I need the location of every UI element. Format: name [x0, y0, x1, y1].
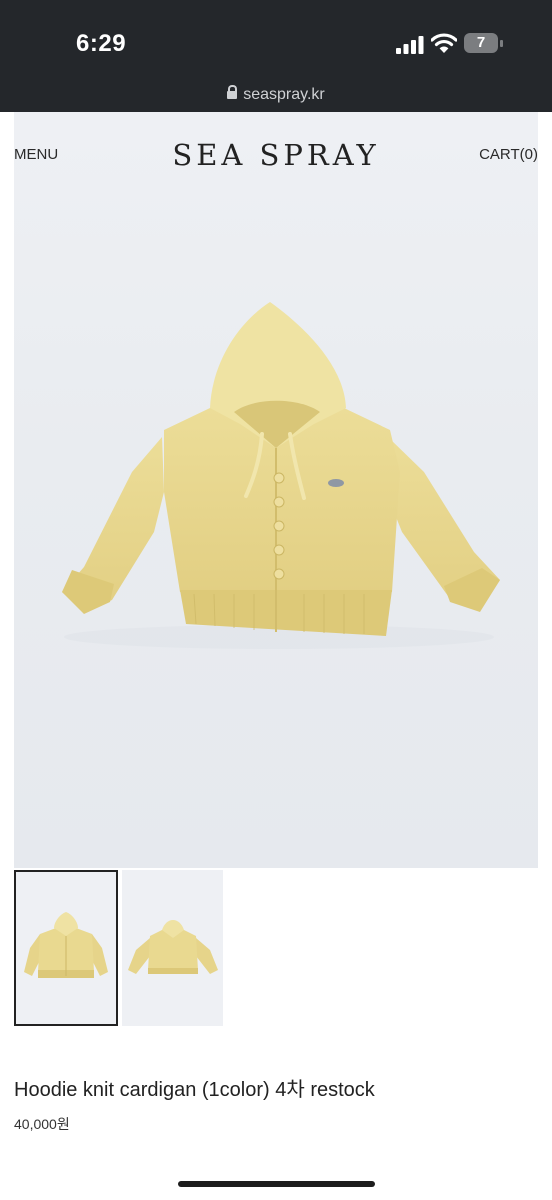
cardigan-front-thumbnail [24, 912, 108, 978]
cart-link[interactable]: CART(0) [479, 146, 538, 163]
cardigan-back-thumbnail [128, 920, 218, 974]
battery-icon: 7 [464, 33, 504, 55]
battery-level: 7 [464, 33, 498, 53]
address-bar[interactable]: seaspray.kr [0, 85, 552, 104]
clock: 6:29 [76, 30, 127, 57]
thumbnail-front[interactable] [14, 870, 118, 1026]
cardigan-front-image [62, 302, 500, 649]
product-main-image[interactable] [14, 112, 538, 868]
brand-logo[interactable]: SEA SPRAY [0, 138, 552, 172]
thumbnail-back[interactable] [122, 870, 223, 1026]
lock-icon [227, 85, 238, 99]
product-price: 40,000원 [14, 1116, 70, 1132]
status-bar: 6:29 7 seaspray.kr [0, 0, 552, 112]
wifi-icon [431, 33, 457, 53]
signal-icon [396, 36, 424, 54]
home-indicator[interactable] [178, 1181, 375, 1187]
product-title: Hoodie knit cardigan (1color) 4차 restock [14, 1079, 375, 1101]
url-text: seaspray.kr [243, 86, 325, 103]
